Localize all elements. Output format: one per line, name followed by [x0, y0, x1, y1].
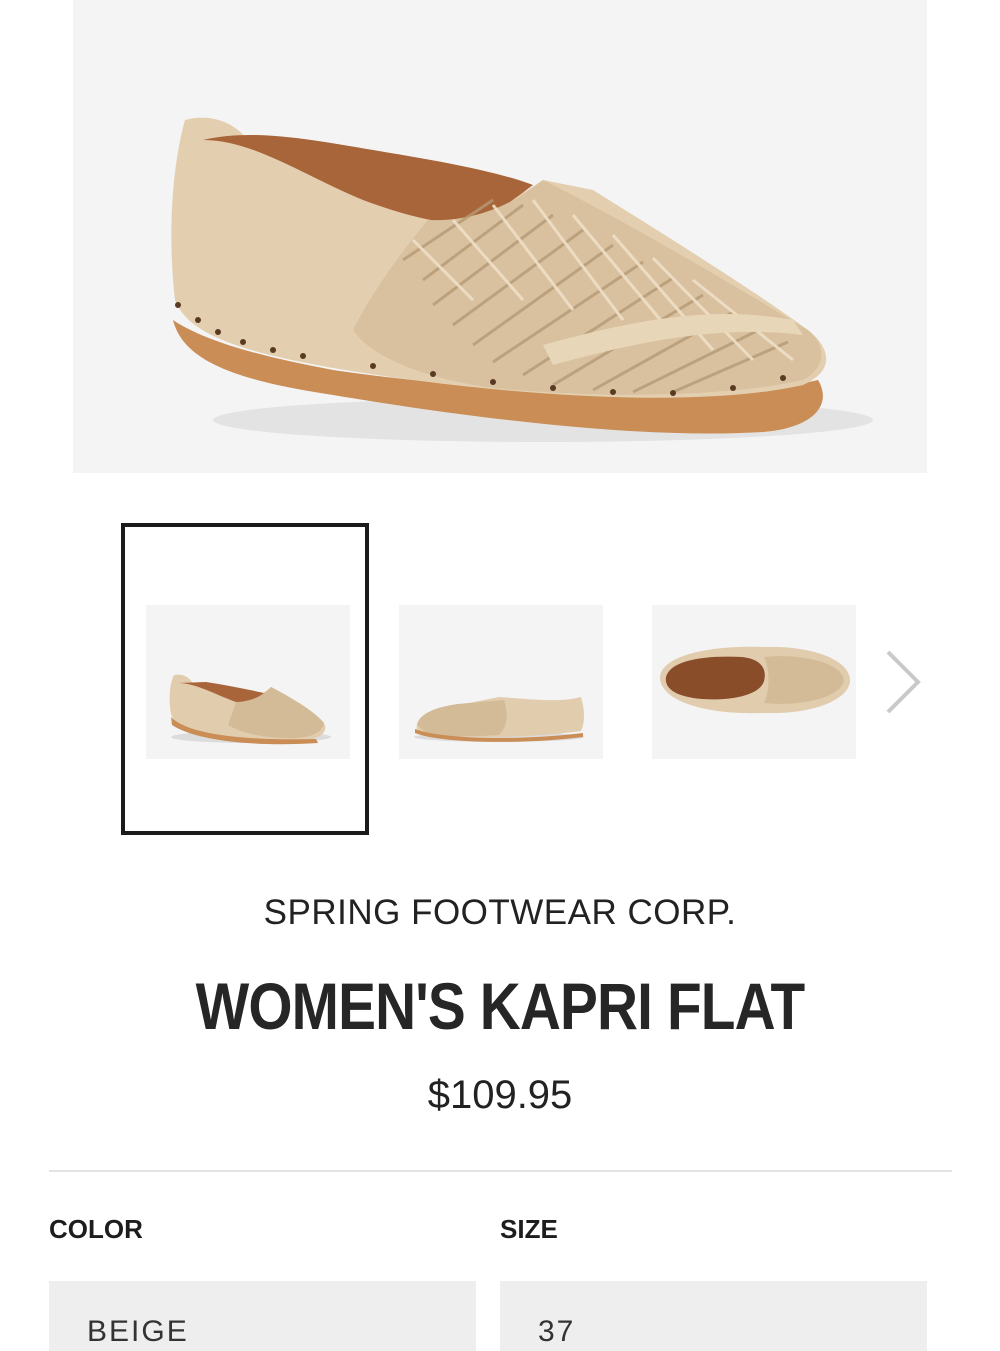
thumbnail-3[interactable] — [652, 605, 856, 759]
shoe-illustration — [171, 117, 873, 442]
chevron-right-icon — [886, 650, 921, 714]
product-price: $109.95 — [427, 1073, 573, 1117]
product-title: WOMEN'S KAPRI FLAT — [195, 969, 806, 1043]
brand-name[interactable]: SPRING FOOTWEAR CORP. — [0, 893, 1000, 933]
size-select[interactable]: 37 — [500, 1281, 927, 1351]
color-select-value: BEIGE — [87, 1315, 189, 1348]
color-select[interactable]: BEIGE — [49, 1281, 476, 1351]
next-image-button[interactable] — [880, 648, 928, 716]
shoe-top-thumbnail-icon — [660, 646, 850, 714]
thumbnail-1[interactable] — [146, 605, 350, 759]
color-label: COLOR — [49, 1214, 143, 1244]
size-label: SIZE — [500, 1214, 558, 1244]
divider — [49, 1170, 952, 1172]
shoe-thumbnail-icon — [169, 674, 331, 745]
thumbnail-2[interactable] — [399, 605, 603, 759]
size-select-value: 37 — [538, 1315, 576, 1348]
shoe-side-thumbnail-icon — [414, 697, 584, 742]
main-product-image[interactable] — [73, 0, 927, 473]
